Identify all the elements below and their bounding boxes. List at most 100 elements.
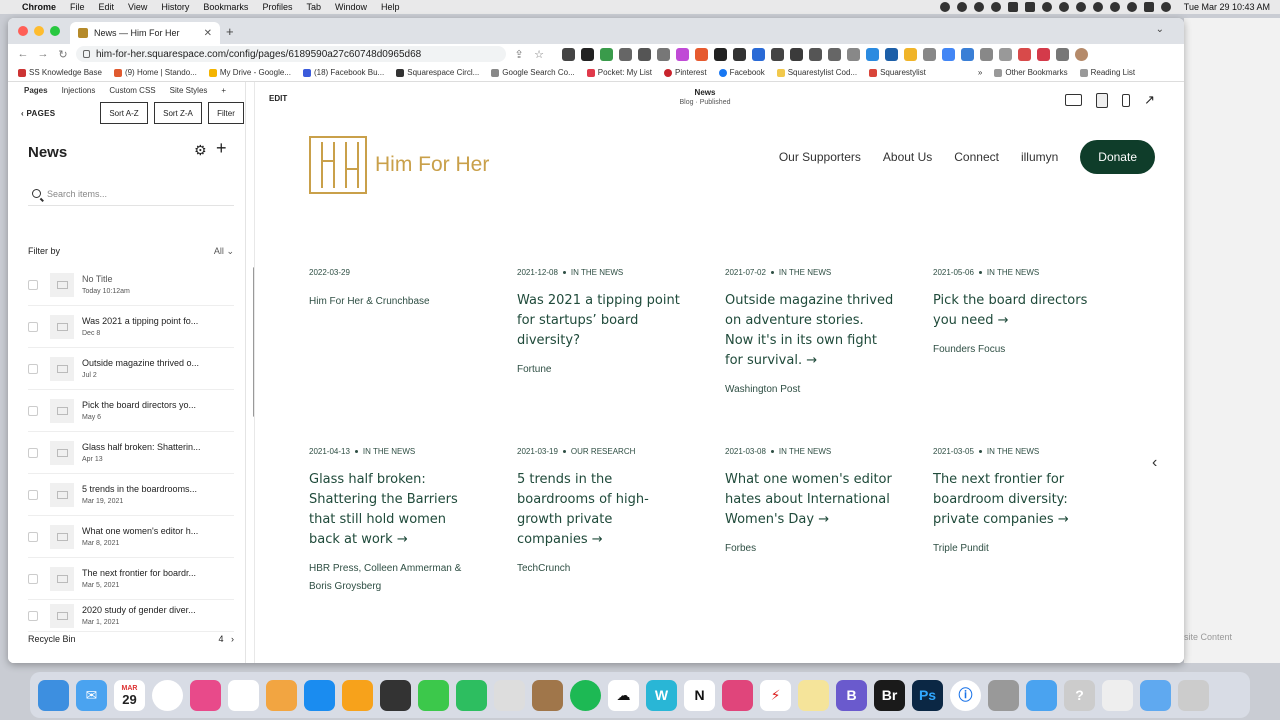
blog-post-card[interactable]: 2021-04-13 IN THE NEWS Glass half broken:… bbox=[309, 447, 479, 596]
spotify-icon[interactable] bbox=[570, 679, 601, 711]
item-checkbox[interactable] bbox=[28, 447, 38, 458]
list-item[interactable]: 5 trends in the boardrooms... Mar 19, 202… bbox=[28, 474, 234, 516]
onepassword-icon[interactable] bbox=[1007, 2, 1018, 12]
extension-icon[interactable] bbox=[619, 47, 632, 61]
close-tab-icon[interactable]: ✕ bbox=[204, 28, 212, 39]
mail-icon[interactable]: ✉ bbox=[76, 679, 107, 711]
control-center-icon[interactable] bbox=[1143, 2, 1154, 12]
item-checkbox[interactable] bbox=[28, 573, 38, 584]
app-store-icon[interactable] bbox=[304, 679, 335, 711]
filter-select[interactable]: All ⌄ bbox=[214, 246, 234, 257]
menu-file[interactable]: File bbox=[70, 2, 85, 12]
blog-post-card[interactable]: 2021-03-08 IN THE NEWS What one women's e… bbox=[725, 447, 895, 558]
bookmark-item[interactable]: My Drive - Google... bbox=[208, 68, 291, 77]
post-category[interactable]: IN THE NEWS bbox=[363, 447, 415, 456]
creative-cloud-icon[interactable]: ☁ bbox=[608, 679, 639, 711]
calendar-icon[interactable]: MAR 29 bbox=[114, 679, 145, 711]
extension-icon[interactable] bbox=[600, 47, 613, 61]
bookmark-item[interactable]: Google Search Co... bbox=[491, 68, 575, 77]
post-category[interactable]: IN THE NEWS bbox=[987, 268, 1039, 277]
zoom-window-button[interactable] bbox=[50, 26, 60, 36]
gear-icon[interactable] bbox=[1041, 2, 1052, 12]
list-item[interactable]: Was 2021 a tipping point fo... Dec 8 bbox=[28, 306, 234, 348]
item-checkbox[interactable] bbox=[28, 610, 38, 621]
bookmark-item[interactable]: Squarestylist Cod... bbox=[776, 68, 857, 77]
photoshop-icon[interactable]: Ps bbox=[912, 679, 943, 711]
applications-folder-icon[interactable] bbox=[1026, 679, 1057, 711]
post-category[interactable]: IN THE NEWS bbox=[779, 447, 831, 456]
photos-icon[interactable] bbox=[266, 679, 297, 711]
slack-icon[interactable] bbox=[228, 679, 259, 711]
w-app-icon[interactable]: W bbox=[646, 679, 677, 711]
extension-icon[interactable] bbox=[809, 47, 822, 61]
menu-history[interactable]: History bbox=[161, 2, 189, 12]
sort-a-z-button[interactable]: Sort A-Z bbox=[100, 102, 148, 124]
menu-app-name[interactable]: Chrome bbox=[22, 2, 56, 12]
list-item[interactable]: The next frontier for boardr... Mar 5, 20… bbox=[28, 558, 234, 600]
bookmark-item[interactable]: (9) Home | Stando... bbox=[113, 68, 197, 77]
reading-list[interactable]: Reading List bbox=[1079, 68, 1135, 77]
extension-icon[interactable] bbox=[790, 47, 803, 61]
bookmarks-overflow-icon[interactable]: » bbox=[978, 68, 982, 77]
site-logo[interactable]: Him For Her bbox=[309, 136, 489, 194]
extension-icon[interactable] bbox=[885, 47, 898, 61]
sort-z-a-button[interactable]: Sort Z-A bbox=[154, 102, 202, 124]
profile-badge-icon[interactable] bbox=[1037, 47, 1050, 61]
menu-window[interactable]: Window bbox=[335, 2, 367, 12]
post-title[interactable]: The next frontier for boardroom diversit… bbox=[933, 470, 1103, 530]
notes-icon[interactable] bbox=[798, 679, 829, 711]
extension-icon[interactable] bbox=[999, 47, 1012, 61]
printer-icon[interactable] bbox=[380, 679, 411, 711]
utility-icon[interactable] bbox=[988, 679, 1019, 711]
add-item-button[interactable]: + bbox=[216, 138, 227, 159]
contacts-icon[interactable] bbox=[532, 679, 563, 711]
messages-icon[interactable] bbox=[418, 679, 449, 711]
post-category[interactable]: IN THE NEWS bbox=[571, 268, 623, 277]
list-item[interactable]: Pick the board directors yo... May 6 bbox=[28, 390, 234, 432]
blog-post-card[interactable]: 2021-05-06 IN THE NEWS Pick the board dir… bbox=[933, 268, 1103, 359]
back-to-pages-link[interactable]: ‹ PAGES bbox=[21, 109, 55, 118]
tab-custom-css[interactable]: Custom CSS bbox=[109, 86, 155, 95]
list-item[interactable]: Glass half broken: Shatterin... Apr 13 bbox=[28, 432, 234, 474]
gear-icon[interactable]: ⚙ bbox=[194, 142, 207, 159]
tab-pages[interactable]: Pages bbox=[24, 86, 48, 95]
filter-button[interactable]: Filter bbox=[208, 102, 244, 124]
bookmark-item[interactable]: Squarestylist bbox=[869, 68, 926, 77]
chrome-icon[interactable] bbox=[152, 679, 183, 711]
item-checkbox[interactable] bbox=[28, 279, 38, 290]
extension-icon[interactable] bbox=[847, 47, 860, 61]
pencil-app-icon[interactable] bbox=[342, 679, 373, 711]
menu-profiles[interactable]: Profiles bbox=[262, 2, 292, 12]
bookmark-star-icon[interactable]: ☆ bbox=[532, 48, 546, 61]
cloud-icon[interactable] bbox=[990, 2, 1001, 12]
item-checkbox[interactable] bbox=[28, 531, 38, 542]
blog-post-card[interactable]: 2022-03-29 Him For Her & Crunchbase bbox=[309, 268, 479, 311]
nav-connect[interactable]: Connect bbox=[954, 150, 999, 164]
acrobat-icon[interactable]: ⚡ bbox=[760, 679, 791, 711]
menu-edit[interactable]: Edit bbox=[99, 2, 115, 12]
bbedit-icon[interactable]: B bbox=[836, 679, 867, 711]
help-icon[interactable]: ? bbox=[1064, 679, 1095, 711]
minimize-window-button[interactable] bbox=[34, 26, 44, 36]
bookmark-item[interactable]: (18) Facebook Bu... bbox=[302, 68, 384, 77]
bookmark-item[interactable]: Pinterest bbox=[664, 68, 707, 77]
extension-icon[interactable] bbox=[752, 47, 765, 61]
blog-post-card[interactable]: 2021-12-08 IN THE NEWS Was 2021 a tipping… bbox=[517, 268, 687, 379]
chevron-left-icon[interactable]: ‹ bbox=[1152, 454, 1157, 472]
trash-icon[interactable] bbox=[1178, 679, 1209, 711]
wifi-icon[interactable] bbox=[1075, 2, 1086, 12]
bookmark-item[interactable]: Squarespace Circl... bbox=[396, 68, 479, 77]
post-title[interactable]: Outside magazine thrived on adventure st… bbox=[725, 291, 895, 371]
extension-icon[interactable] bbox=[866, 47, 879, 61]
bridge-icon[interactable]: Br bbox=[874, 679, 905, 711]
reload-icon[interactable]: ↻ bbox=[56, 48, 70, 61]
puzzle-icon[interactable] bbox=[1056, 47, 1069, 61]
notion-icon[interactable]: N bbox=[684, 679, 715, 711]
desktop-view-icon[interactable] bbox=[1065, 94, 1083, 106]
spotlight-icon[interactable] bbox=[1126, 2, 1137, 12]
list-item[interactable]: No Title Today 10:12am bbox=[28, 264, 234, 306]
onepassword-icon[interactable]: ⓘ bbox=[950, 679, 981, 711]
document-icon[interactable] bbox=[1102, 679, 1133, 711]
extension-icon[interactable] bbox=[676, 47, 689, 61]
nav-our-supporters[interactable]: Our Supporters bbox=[779, 150, 861, 164]
